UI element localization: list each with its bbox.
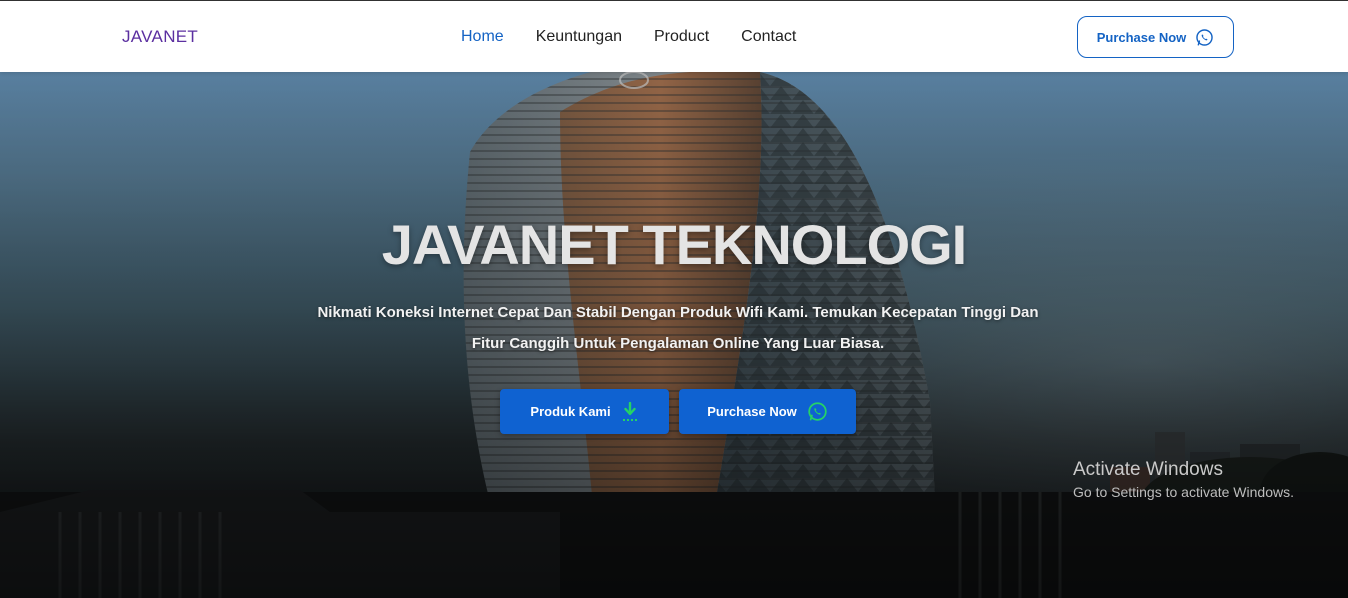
hero-subtitle: Nikmati Koneksi Internet Cepat Dan Stabi…: [317, 304, 1039, 352]
whatsapp-icon: [1196, 28, 1214, 46]
activate-windows-title: Activate Windows: [1073, 459, 1223, 480]
nav-link-contact[interactable]: Contact: [741, 28, 796, 46]
hero-section: JAVANET TEKNOLOGI Nikmati Koneksi Intern…: [0, 72, 1348, 598]
hero-buttons: Produk Kami Purchase Now: [500, 389, 856, 434]
whatsapp-icon: [808, 402, 827, 421]
nav-links: Home Keuntungan Product Contact: [461, 28, 796, 46]
nav-purchase-button[interactable]: Purchase Now: [1077, 16, 1234, 58]
activate-windows-watermark: Activate Windows Go to Settings to activ…: [1073, 459, 1294, 500]
download-icon: [622, 401, 637, 421]
nav-link-product[interactable]: Product: [654, 28, 709, 46]
activate-windows-hint: Go to Settings to activate Windows.: [1073, 484, 1294, 500]
nav-link-home[interactable]: Home: [461, 28, 504, 46]
nav-purchase-label: Purchase Now: [1096, 29, 1187, 45]
produk-kami-label: Produk Kami: [530, 404, 611, 419]
navbar: JAVANET Home Keuntungan Product Contact …: [0, 1, 1348, 72]
hero-purchase-button[interactable]: Purchase Now: [679, 389, 856, 434]
brand-logo[interactable]: JAVANET: [122, 27, 198, 47]
nav-link-keuntungan[interactable]: Keuntungan: [536, 28, 622, 46]
produk-kami-button[interactable]: Produk Kami: [500, 389, 669, 434]
hero-title: JAVANET TEKNOLOGI: [381, 213, 968, 276]
hero-purchase-label: Purchase Now: [707, 404, 797, 419]
